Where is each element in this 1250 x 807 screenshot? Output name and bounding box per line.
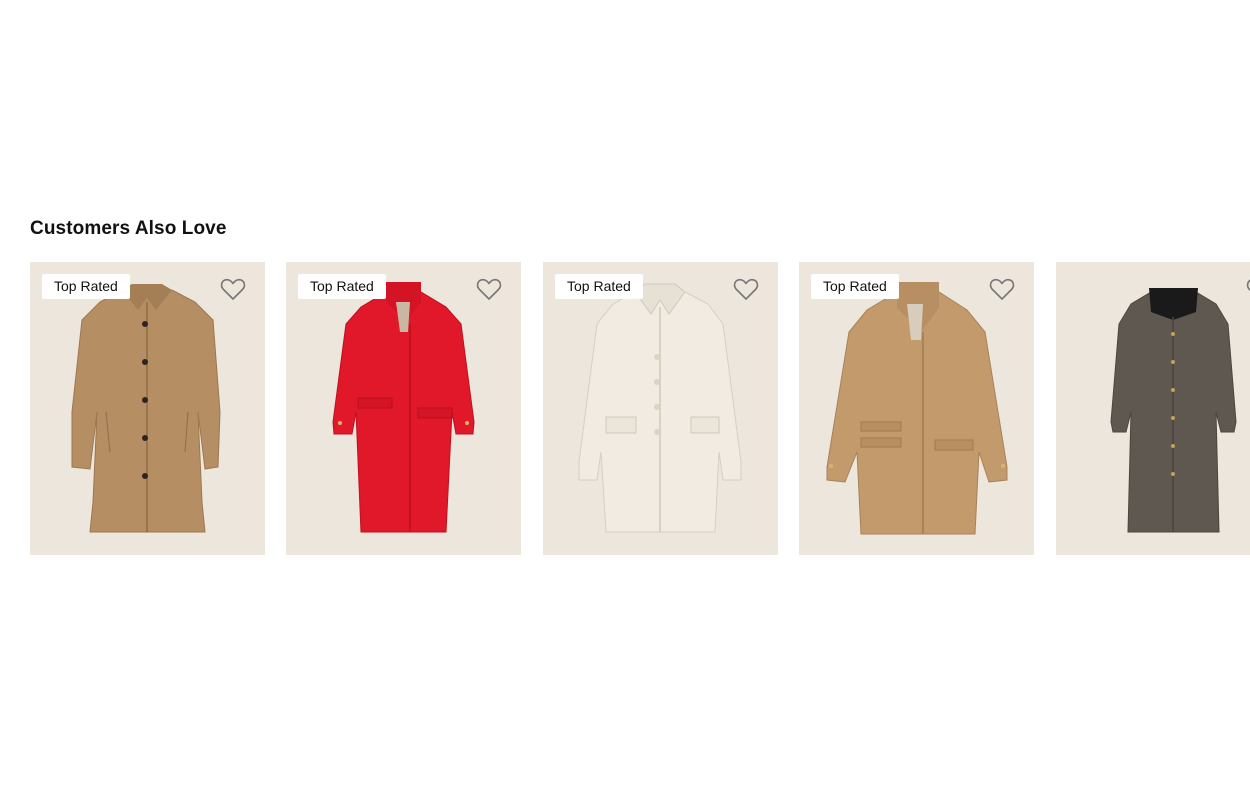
product-card[interactable]: Top Rated bbox=[543, 262, 778, 555]
page: Customers Also Love Top Rated Top Rated … bbox=[0, 0, 1250, 807]
coat-illustration bbox=[578, 283, 742, 533]
heart-icon[interactable] bbox=[1246, 277, 1250, 301]
product-image[interactable] bbox=[543, 262, 778, 555]
top-rated-badge: Top Rated bbox=[42, 274, 130, 299]
product-image[interactable] bbox=[1056, 262, 1250, 555]
product-carousel: Top Rated Top Rated Top Rated Top Rated bbox=[30, 262, 1250, 555]
top-rated-badge: Top Rated bbox=[298, 274, 386, 299]
product-image[interactable] bbox=[30, 262, 265, 555]
coat-illustration bbox=[826, 282, 1008, 535]
section-title: Customers Also Love bbox=[30, 218, 227, 239]
heart-icon[interactable] bbox=[220, 277, 246, 301]
product-card[interactable]: Top Rated bbox=[286, 262, 521, 555]
product-image[interactable] bbox=[286, 262, 521, 555]
coat-illustration bbox=[332, 282, 475, 533]
product-card[interactable]: Top Rated bbox=[799, 262, 1034, 555]
top-rated-badge: Top Rated bbox=[555, 274, 643, 299]
coat-illustration bbox=[1110, 288, 1237, 533]
heart-icon[interactable] bbox=[476, 277, 502, 301]
product-image[interactable] bbox=[799, 262, 1034, 555]
heart-icon[interactable] bbox=[733, 277, 759, 301]
top-rated-badge: Top Rated bbox=[811, 274, 899, 299]
product-card[interactable]: Top Rated bbox=[30, 262, 265, 555]
coat-illustration bbox=[71, 284, 221, 533]
product-card[interactable] bbox=[1056, 262, 1250, 555]
heart-icon[interactable] bbox=[989, 277, 1015, 301]
